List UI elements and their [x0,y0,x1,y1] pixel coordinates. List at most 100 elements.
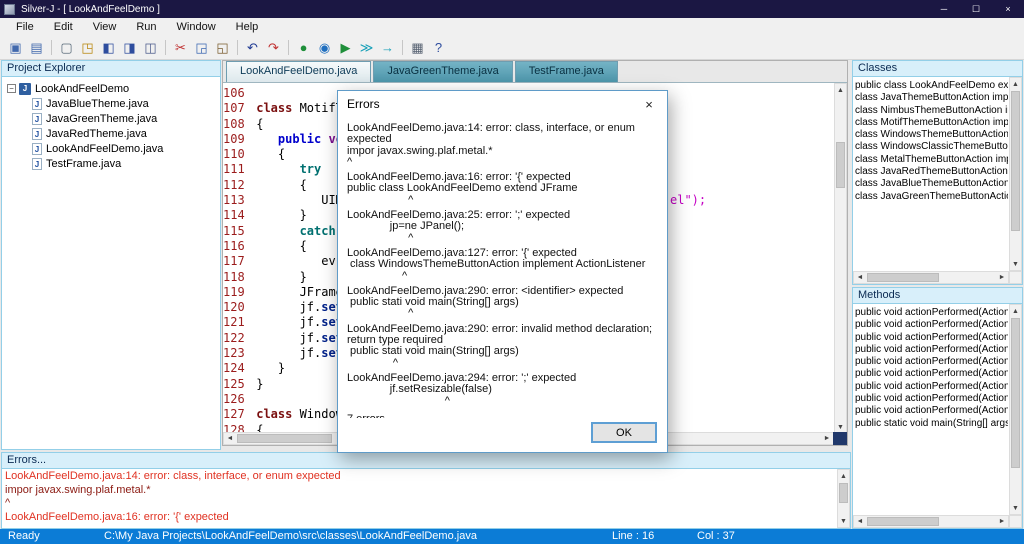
minimize-button[interactable]: ─ [928,0,960,18]
scroll-right-icon[interactable]: ► [996,272,1008,283]
classes-horizontal-scrollbar[interactable]: ◄ ► [853,271,1009,284]
close-button[interactable]: × [992,0,1024,18]
class-item[interactable]: class MotifThemeButtonAction implements [855,117,1008,129]
class-item[interactable]: class JavaThemeButtonAction implements A [855,92,1008,104]
scroll-down-icon[interactable]: ▼ [838,515,849,527]
scroll-up-icon[interactable]: ▲ [1010,78,1021,90]
tree-item[interactable]: J TestFrame.java [4,156,218,171]
error-output-line[interactable]: ^ [5,497,835,511]
ok-button[interactable]: OK [591,422,657,443]
method-item[interactable]: public void actionPerformed(ActionEvent … [855,368,1008,380]
scroll-left-icon[interactable]: ◄ [854,272,866,283]
menu-item-edit[interactable]: Edit [44,20,83,34]
class-item[interactable]: class MetalThemeButtonAction implements [855,154,1008,166]
paste-button[interactable]: ◱ [212,37,233,57]
cut-button[interactable]: ✂ [170,37,191,57]
help-button[interactable]: ? [428,37,449,57]
open-window-button[interactable]: ▤ [26,37,47,57]
method-item[interactable]: public void actionPerformed(ActionEvent … [855,405,1008,417]
tree-item[interactable]: J JavaBlueTheme.java [4,96,218,111]
class-item[interactable]: class WindowsClassicThemeButtonAction i [855,141,1008,153]
method-item[interactable]: public void actionPerformed(ActionEvent … [855,356,1008,368]
class-item[interactable]: class JavaBlueThemeButtonAction extends [855,178,1008,190]
scroll-up-icon[interactable]: ▲ [838,470,849,482]
copy-button[interactable]: ◲ [191,37,212,57]
tree-root-item[interactable]: − J LookAndFeelDemo [4,81,218,96]
error-group: LookAndFeelDemo.java:127: error: '{' exp… [347,247,662,282]
window-title: Silver-J - [ LookAndFeelDemo ] [21,3,160,15]
menu-item-file[interactable]: File [6,20,44,34]
error-output-line[interactable]: LookAndFeelDemo.java:14: error: class, i… [5,470,835,484]
error-output-line[interactable]: impor javax.swing.plaf.metal.* [5,484,835,498]
methods-horizontal-scrollbar[interactable]: ◄ ► [853,515,1009,528]
tab-testframe-java[interactable]: TestFrame.java [514,61,618,82]
maximize-button[interactable]: ☐ [960,0,992,18]
scrollbar-thumb[interactable] [237,434,332,443]
scrollbar-thumb[interactable] [867,517,939,526]
tree-item[interactable]: J JavaRedTheme.java [4,126,218,141]
step-button[interactable]: ≫ [356,37,377,57]
save-button[interactable]: ◧ [98,37,119,57]
collapse-icon[interactable]: − [7,84,16,93]
open-file-icon: ◳ [81,39,94,55]
scrollbar-thumb[interactable] [839,483,848,503]
method-item[interactable]: public static void main(String[] args) [855,418,1008,430]
title-bar: Silver-J - [ LookAndFeelDemo ] ─ ☐ × [0,0,1024,18]
error-output-line[interactable]: LookAndFeelDemo.java:16: error: '{' expe… [5,511,835,525]
scroll-up-icon[interactable]: ▲ [835,84,846,96]
class-item[interactable]: class NimbusThemeButtonAction implemen [855,105,1008,117]
console-button[interactable]: ▦ [407,37,428,57]
tree-item[interactable]: J JavaGreenTheme.java [4,111,218,126]
scroll-down-icon[interactable]: ▼ [1010,258,1021,270]
method-item[interactable]: public void actionPerformed(ActionEvent … [855,332,1008,344]
tab-lookandfeeldemo-java[interactable]: LookAndFeelDemo.java [226,61,372,82]
errors-vertical-scrollbar[interactable]: ▲ ▼ [837,469,850,528]
undo-button[interactable]: ↶ [242,37,263,57]
scrollbar-thumb[interactable] [1011,318,1020,468]
java-file-icon: J [32,142,42,155]
class-item[interactable]: class JavaGreenThemeButtonAction exten [855,191,1008,203]
scrollbar-thumb[interactable] [836,142,845,188]
editor-vertical-scrollbar[interactable]: ▲ ▼ [834,83,847,434]
method-item[interactable]: public void actionPerformed(ActionEvent … [855,381,1008,393]
class-item[interactable]: public class LookAndFeelDemo extends JF [855,80,1008,92]
scrollbar-thumb[interactable] [867,273,939,282]
scroll-left-icon[interactable]: ◄ [854,516,866,527]
menu-item-help[interactable]: Help [226,20,269,34]
step-icon: ≫ [359,39,374,55]
close-file-button[interactable]: ◫ [140,37,161,57]
dialog-close-button[interactable]: × [632,92,666,116]
tab-javagreentheme-java[interactable]: JavaGreenTheme.java [373,61,513,82]
new-window-button[interactable]: ▣ [5,37,26,57]
build-button[interactable]: ◉ [314,37,335,57]
new-file-button[interactable]: ▢ [56,37,77,57]
scroll-up-icon[interactable]: ▲ [1010,305,1021,317]
method-item[interactable]: public void actionPerformed(ActionEvent … [855,319,1008,331]
project-root-label: LookAndFeelDemo [35,82,130,95]
method-item[interactable]: public void actionPerformed(ActionEvent … [855,393,1008,405]
compile-button[interactable]: ● [293,37,314,57]
scroll-left-icon[interactable]: ◄ [224,433,236,444]
scrollbar-thumb[interactable] [1011,91,1020,231]
method-item[interactable]: public void actionPerformed(ActionEvent … [855,344,1008,356]
save-all-button[interactable]: ◨ [119,37,140,57]
dialog-title-bar[interactable]: Errors [338,91,667,117]
tree-item[interactable]: J LookAndFeelDemo.java [4,141,218,156]
menu-item-view[interactable]: View [83,20,127,34]
methods-vertical-scrollbar[interactable]: ▲ ▼ [1009,304,1022,515]
menu-item-run[interactable]: Run [126,20,166,34]
menu-item-window[interactable]: Window [167,20,226,34]
class-item[interactable]: class WindowsThemeButtonAction implem [855,129,1008,141]
open-file-button[interactable]: ◳ [77,37,98,57]
scroll-down-icon[interactable]: ▼ [1010,502,1021,514]
class-item[interactable]: class JavaRedThemeButtonAction extends [855,166,1008,178]
scroll-right-icon[interactable]: ► [996,516,1008,527]
classes-vertical-scrollbar[interactable]: ▲ ▼ [1009,77,1022,271]
jump-button[interactable]: → [377,37,398,57]
method-item[interactable]: public void actionPerformed(ActionEvent … [855,307,1008,319]
redo-button[interactable]: ↷ [263,37,284,57]
run-button[interactable]: ▶ [335,37,356,57]
scroll-right-icon[interactable]: ► [821,433,833,444]
methods-panel: Methods public void actionPerformed(Acti… [852,287,1023,529]
close-icon: × [645,96,653,112]
